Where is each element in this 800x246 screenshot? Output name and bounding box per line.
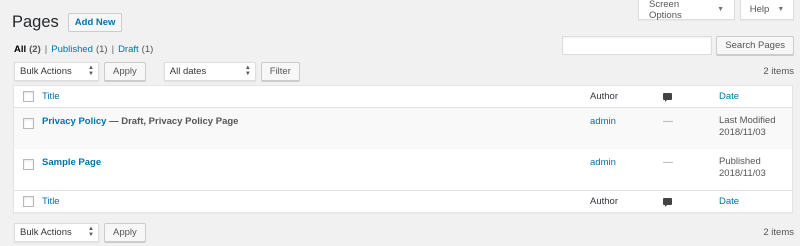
no-comments: — (663, 116, 673, 127)
author-column-footer: Author (590, 196, 618, 207)
title-column-footer[interactable]: Title (42, 196, 60, 207)
bulk-actions-select[interactable]: Bulk Actions ▲ ▼ (14, 222, 99, 242)
author-column-header: Author (590, 91, 618, 102)
page-header: Pages Add New (12, 13, 123, 32)
filter-draft-count: (1) (141, 44, 154, 55)
chevron-updown-icon: ▲ ▼ (88, 65, 94, 77)
bulk-actions-value: Bulk Actions (20, 226, 72, 238)
chevron-updown-icon: ▲ ▼ (88, 226, 94, 238)
date-value: 2018/11/03 (719, 127, 766, 138)
date-status: Last Modified (719, 115, 776, 126)
filter-draft-link[interactable]: Draft (1) (118, 44, 153, 55)
no-comments: — (663, 157, 673, 168)
status-filters: All (2) | Published (1) | Draft (1) (14, 44, 153, 55)
comment-bubble-icon[interactable] (663, 92, 672, 102)
date-status: Published (719, 156, 761, 167)
date-value: 2018/11/03 (719, 168, 766, 179)
bulk-actions-select[interactable]: Bulk Actions ▲ ▼ (14, 61, 99, 81)
title-column-header[interactable]: Title (42, 91, 60, 102)
caret-down-icon: ▼ (777, 6, 785, 13)
table-footer-row: Title Author Date (14, 190, 792, 212)
table-row: Privacy Policy — Draft, Privacy Policy P… (14, 108, 792, 149)
search-input[interactable] (562, 36, 713, 55)
caret-down-icon: ▼ (717, 6, 724, 13)
row-checkbox[interactable] (22, 118, 34, 129)
help-button[interactable]: Help ▼ (740, 0, 794, 20)
filter-published-link[interactable]: Published (1) (51, 44, 107, 55)
page-title-link[interactable]: Privacy Policy (42, 116, 106, 127)
tablenav-bottom: Bulk Actions ▲ ▼ Apply 2 items (14, 222, 794, 242)
filter-all-label: All (14, 44, 27, 55)
items-count: 2 items (763, 65, 794, 77)
filter-separator: | (44, 44, 48, 55)
screen-options-label: Screen Options (649, 0, 682, 21)
filter-all-count: (2) (29, 44, 41, 55)
screen-meta-links: Screen Options ▼ Help ▼ (638, 0, 794, 21)
date-column-footer[interactable]: Date (719, 196, 739, 207)
filter-all-link[interactable]: All (2) (14, 44, 41, 55)
row-checkbox[interactable] (22, 159, 34, 170)
filter-published-label: Published (51, 44, 93, 55)
select-all-checkbox[interactable] (22, 91, 34, 102)
apply-button[interactable]: Apply (104, 61, 146, 81)
items-count: 2 items (763, 226, 794, 238)
tablenav-top: Bulk Actions ▲ ▼ Apply All dates ▲ ▼ Filte… (14, 61, 794, 81)
filter-published-count: (1) (95, 44, 108, 55)
help-label: Help (749, 4, 770, 15)
table-header-row: Title Author Date (14, 86, 792, 108)
add-new-button[interactable]: Add New (67, 13, 123, 32)
page-title: Pages (12, 13, 59, 31)
table-row: Sample Page admin — Published 2018/11/03 (14, 149, 792, 190)
search-box: Search Pages (562, 36, 794, 55)
search-pages-button[interactable]: Search Pages (716, 36, 794, 55)
author-link[interactable]: admin (590, 157, 616, 168)
bulk-actions-value: Bulk Actions (20, 65, 72, 77)
select-all-checkbox[interactable] (22, 196, 34, 207)
screen-options-button[interactable]: Screen Options ▼ (638, 0, 735, 21)
date-column-header[interactable]: Date (719, 91, 739, 102)
comment-bubble-icon[interactable] (663, 197, 672, 207)
apply-button[interactable]: Apply (104, 222, 146, 242)
date-filter-value: All dates (169, 65, 207, 77)
filter-draft-label: Draft (118, 44, 139, 55)
post-state: — Draft, Privacy Policy Page (106, 116, 239, 127)
filter-separator: | (111, 44, 115, 55)
chevron-updown-icon: ▲ ▼ (244, 65, 251, 77)
filter-button[interactable]: Filter (260, 61, 300, 81)
pages-table: Title Author Date Privacy Policy — Draft… (13, 85, 793, 213)
page-title-link[interactable]: Sample Page (42, 157, 101, 168)
author-link[interactable]: admin (590, 116, 616, 127)
date-filter-select[interactable]: All dates ▲ ▼ (163, 61, 256, 81)
